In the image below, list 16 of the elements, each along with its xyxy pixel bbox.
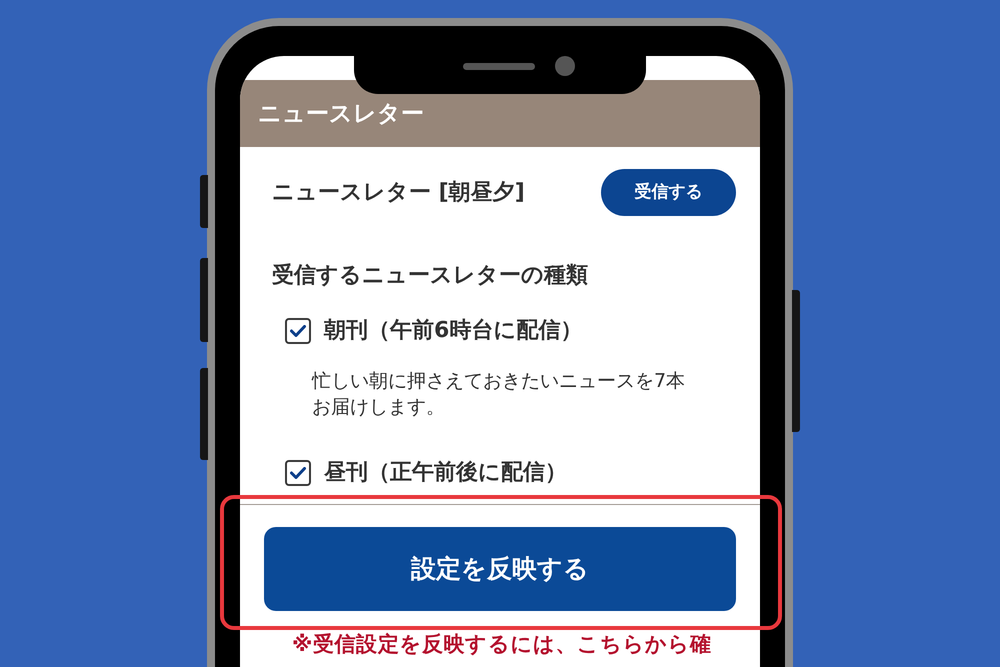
subscribe-button[interactable]: 受信する xyxy=(601,169,736,216)
newsletter-title: ニュースレター [朝昼夕] xyxy=(272,178,525,206)
phone-edge-ridge xyxy=(200,175,208,228)
apply-button[interactable]: 設定を反映する xyxy=(264,527,736,611)
check-icon xyxy=(290,325,306,337)
section-heading: 受信するニュースレターの種類 xyxy=(272,262,588,290)
checkbox[interactable] xyxy=(285,318,311,344)
option-label[interactable]: 昼刊（正午前後に配信） xyxy=(324,458,567,488)
option-label[interactable]: 朝刊（午前6時台に配信） xyxy=(324,316,582,346)
check-icon xyxy=(290,467,306,479)
option-description: 忙しい朝に押さえておきたいニュースを7本お届けします。 xyxy=(312,369,686,420)
camera-icon xyxy=(555,56,575,76)
note-text: ※受信設定を反映するには、こちらから確 xyxy=(292,631,712,658)
checkbox[interactable] xyxy=(285,460,311,486)
header-title: ニュースレター xyxy=(258,100,424,128)
speaker-icon xyxy=(463,63,535,70)
